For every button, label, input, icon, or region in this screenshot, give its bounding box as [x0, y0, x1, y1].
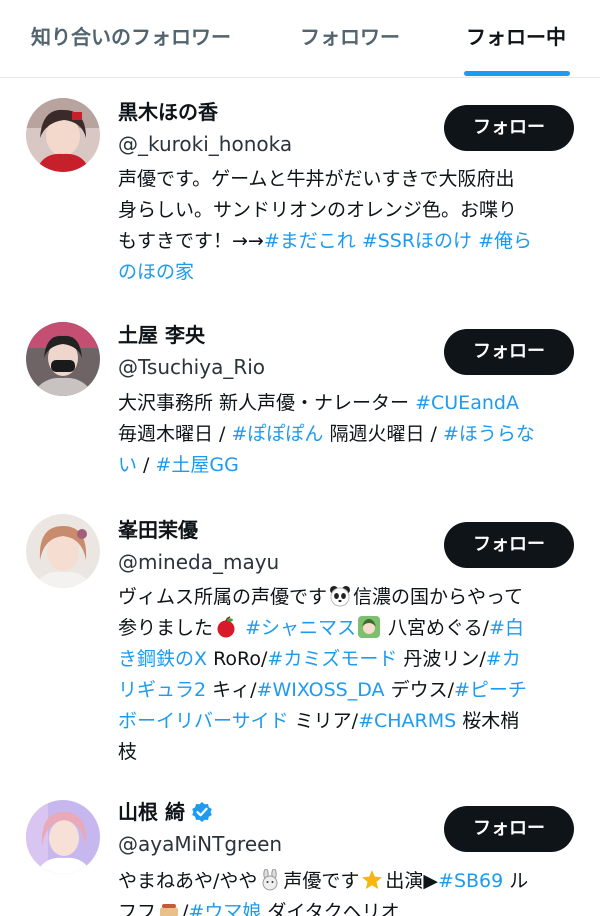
- user-bio: 大沢事務所 新人声優・ナレーター #CUEandA 毎週木曜日 / #ぽぽぽん 隔…: [118, 388, 588, 481]
- hashtag-link[interactable]: #シャニマス: [245, 617, 356, 639]
- panda-icon: [329, 585, 351, 607]
- bio-text: RoRo/: [207, 648, 268, 670]
- bio-line: 枝: [118, 737, 588, 768]
- hashtag-link[interactable]: #CUEandA: [415, 392, 519, 414]
- hashtag-link[interactable]: リギュラ2: [118, 679, 206, 701]
- hashtag-link[interactable]: #SB69: [438, 870, 503, 892]
- bio-text: 隔週火曜日 /: [323, 423, 443, 445]
- user-display-name[interactable]: 黒木ほの香: [118, 98, 218, 126]
- hashtag-link[interactable]: #俺ら: [478, 230, 532, 252]
- bio-line: のほの家: [118, 257, 588, 288]
- tab-following[interactable]: フォロー中: [466, 22, 566, 52]
- user-display-name[interactable]: 峯田茉優: [118, 516, 198, 544]
- user-display-name[interactable]: 土屋 李央: [118, 321, 205, 349]
- avatar[interactable]: [26, 322, 100, 396]
- user-display-name-text[interactable]: 山根 綺: [118, 798, 185, 826]
- bio-text: 参りました: [118, 617, 214, 639]
- bio-line: フフ/#ウマ娘 ダイタクヘリオ: [118, 897, 588, 916]
- hashtag-link[interactable]: #CHARMS: [358, 710, 456, 732]
- bio-text: 大沢事務所 新人声優・ナレーター: [118, 392, 416, 414]
- bio-text: 丹波リン/: [397, 648, 486, 670]
- tab-mutual-followers[interactable]: 知り合いのフォロワー: [31, 22, 231, 52]
- bio-text: やまねあや/やや: [118, 870, 258, 892]
- hashtag-link[interactable]: #ウマ娘: [188, 901, 261, 916]
- bio-text: ダイタクヘリオ: [261, 901, 400, 916]
- hashtag-link[interactable]: #白: [489, 617, 524, 639]
- hashtag-link[interactable]: い: [118, 454, 137, 476]
- follow-button[interactable]: フォロー: [444, 329, 574, 375]
- hashtag-link[interactable]: #土屋GG: [156, 454, 239, 476]
- bio-text: キィ/: [206, 679, 257, 701]
- user-handle[interactable]: @_kuroki_honoka: [118, 130, 292, 158]
- bio-line: リギュラ2 キィ/#WIXOSS_DA デウス/#ピーチ: [118, 675, 588, 706]
- bio-text: 声優です: [283, 870, 360, 892]
- bio-line: き鋼鉄のX RoRo/#カミズモード 丹波リン/#カ: [118, 644, 588, 675]
- bio-text: ヴィムス所属の声優です: [118, 586, 328, 608]
- active-tab-indicator: [464, 71, 570, 76]
- tab-bar: 知り合いのフォロワー フォロワー フォロー中: [0, 0, 600, 78]
- follow-button[interactable]: フォロー: [444, 522, 574, 568]
- tab-followers[interactable]: フォロワー: [300, 22, 400, 52]
- bio-text: 枝: [118, 741, 138, 763]
- hashtag-link[interactable]: ボーイリバーサイド: [118, 710, 289, 732]
- bio-text: /: [137, 454, 156, 476]
- bio-line: やまねあや/やや 声優です 出演▶#SB69 ル: [118, 866, 588, 897]
- hashtag-link[interactable]: #ほうらな: [443, 423, 535, 445]
- bio-line: 大沢事務所 新人声優・ナレーター #CUEandA: [118, 388, 588, 419]
- hashtag-link[interactable]: き鋼鉄のX: [118, 648, 207, 670]
- hashtag-link[interactable]: #WIXOSS_DA: [257, 679, 385, 701]
- bio-line: ヴィムス所属の声優です 信濃の国からやって: [118, 582, 588, 613]
- hashtag-link[interactable]: のほの家: [118, 261, 194, 283]
- bio-text: ル: [503, 870, 529, 892]
- hashtag-link[interactable]: #ピーチ: [454, 679, 527, 701]
- follow-button[interactable]: フォロー: [444, 806, 574, 852]
- character-icon: [357, 616, 380, 638]
- rabbit-icon: [259, 868, 281, 891]
- hashtag-link[interactable]: #カミズモード: [267, 648, 397, 670]
- bio-text: フフ: [118, 901, 157, 916]
- bio-line: 身らしい。サンドリオンのオレンジ色。お喋り: [118, 195, 588, 226]
- bio-line: い / #土屋GG: [118, 450, 588, 481]
- bio-text: デウス/: [384, 679, 454, 701]
- hashtag-link[interactable]: #SSRほのけ: [362, 230, 472, 252]
- bio-text: 桜木梢: [456, 710, 520, 732]
- bio-text: 身らしい。サンドリオンのオレンジ色。お喋り: [118, 199, 518, 221]
- avatar[interactable]: [26, 800, 100, 874]
- apple-icon: [215, 616, 237, 638]
- verified-badge-icon: [192, 802, 212, 822]
- hashtag-link[interactable]: #ぽぽぽん: [231, 423, 323, 445]
- bio-line: 毎週木曜日 / #ぽぽぽん 隔週火曜日 / #ほうらな: [118, 419, 588, 450]
- user-display-name[interactable]: 山根 綺: [118, 798, 213, 826]
- bio-line: 声優です。ゲームと牛丼がだいすきで大阪府出: [118, 164, 588, 195]
- star-icon: [361, 869, 383, 891]
- bio-text: 毎週木曜日 /: [118, 423, 232, 445]
- user-handle[interactable]: @Tsuchiya_Rio: [118, 353, 265, 381]
- bio-text: 信濃の国からやって: [353, 586, 524, 608]
- hashtag-link[interactable]: #まだこれ: [264, 230, 356, 252]
- hashtag-link[interactable]: #カ: [486, 648, 521, 670]
- bio-line: もすきです！→→#まだこれ #SSRほのけ #俺ら: [118, 226, 588, 257]
- avatar[interactable]: [26, 98, 100, 172]
- bio-text: 声優です。ゲームと牛丼がだいすきで大阪府出: [118, 168, 515, 190]
- bio-text: 八宮めぐる/: [381, 617, 490, 639]
- bio-text: 出演▶: [385, 870, 439, 892]
- food-icon: [158, 900, 180, 916]
- bio-line: 参りました #シャニマス 八宮めぐる/#白: [118, 613, 588, 644]
- user-bio: ヴィムス所属の声優です 信濃の国からやって 参りました #シャニマス 八宮めぐる/#…: [118, 582, 588, 768]
- bio-line: ボーイリバーサイド ミリア/#CHARMS 桜木梢: [118, 706, 588, 737]
- user-bio: やまねあや/やや 声優です 出演▶#SB69 ルフフ/#ウマ娘 ダイタクヘリオ: [118, 866, 588, 916]
- bio-text: もすきです！→→: [118, 230, 264, 252]
- user-bio: 声優です。ゲームと牛丼がだいすきで大阪府出 身らしい。サンドリオンのオレンジ色。お…: [118, 164, 588, 288]
- user-handle[interactable]: @mineda_mayu: [118, 548, 279, 576]
- bio-text: ミリア/: [288, 710, 359, 732]
- avatar[interactable]: [26, 514, 100, 588]
- follow-button[interactable]: フォロー: [444, 105, 574, 151]
- user-handle[interactable]: @ayaMiNTgreen: [118, 830, 282, 858]
